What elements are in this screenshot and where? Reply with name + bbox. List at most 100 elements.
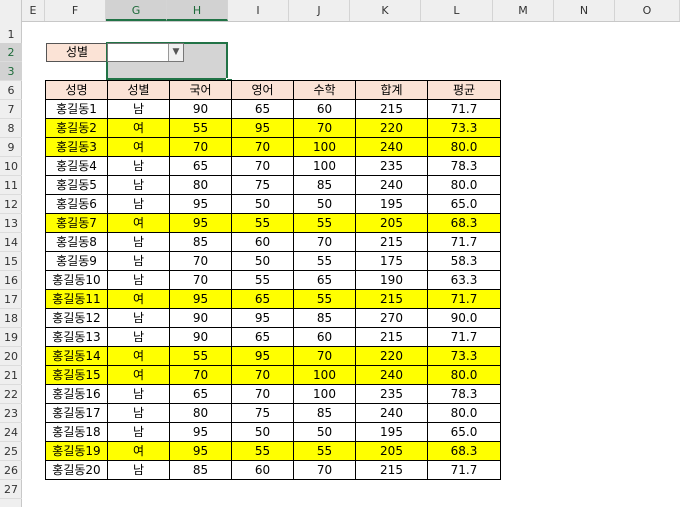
table-cell[interactable]: 홍길동18 [45,422,108,442]
table-cell[interactable]: 80 [169,403,232,423]
table-cell[interactable]: 홍길동15 [45,365,108,385]
table-cell[interactable]: 71.7 [427,460,501,480]
table-cell[interactable]: 여 [107,365,170,385]
table-cell[interactable]: 65 [169,156,232,176]
table-cell[interactable]: 70 [293,118,356,138]
table-cell[interactable]: 215 [355,232,428,252]
row-header-3[interactable]: 3 [0,62,22,81]
table-cell[interactable]: 남 [107,156,170,176]
table-cell[interactable]: 100 [293,365,356,385]
row-header-20[interactable]: 20 [0,347,22,366]
table-cell[interactable]: 남 [107,422,170,442]
chevron-down-icon[interactable]: ▼ [168,44,183,61]
row-header-22[interactable]: 22 [0,385,22,404]
table-cell[interactable]: 홍길동19 [45,441,108,461]
column-header-m[interactable]: M [493,0,554,21]
table-cell[interactable]: 78.3 [427,156,501,176]
row-header-7[interactable]: 7 [0,100,22,119]
table-cell[interactable]: 여 [107,213,170,233]
row-header-24[interactable]: 24 [0,423,22,442]
table-cell[interactable]: 71.7 [427,232,501,252]
column-header-k[interactable]: K [350,0,421,21]
table-cell[interactable]: 195 [355,422,428,442]
table-cell[interactable]: 100 [293,137,356,157]
row-header-14[interactable]: 14 [0,233,22,252]
table-cell[interactable]: 95 [169,422,232,442]
header-cell[interactable]: 평균 [427,80,501,100]
table-cell[interactable]: 85 [169,460,232,480]
table-cell[interactable]: 71.7 [427,327,501,347]
table-cell[interactable]: 85 [293,175,356,195]
table-cell[interactable]: 195 [355,194,428,214]
table-cell[interactable]: 70 [293,460,356,480]
table-cell[interactable]: 55 [231,441,294,461]
table-cell[interactable]: 60 [293,99,356,119]
table-cell[interactable]: 68.3 [427,213,501,233]
table-cell[interactable]: 여 [107,346,170,366]
table-cell[interactable]: 50 [231,194,294,214]
header-cell[interactable]: 성명 [45,80,108,100]
table-cell[interactable]: 55 [231,270,294,290]
table-cell[interactable]: 여 [107,441,170,461]
table-cell[interactable]: 85 [169,232,232,252]
table-cell[interactable]: 홍길동16 [45,384,108,404]
table-cell[interactable]: 65.0 [427,194,501,214]
column-header-j[interactable]: J [289,0,350,21]
table-cell[interactable]: 홍길동9 [45,251,108,271]
table-cell[interactable]: 175 [355,251,428,271]
table-cell[interactable]: 55 [293,289,356,309]
table-cell[interactable]: 95 [169,441,232,461]
table-cell[interactable]: 70 [231,156,294,176]
table-cell[interactable]: 215 [355,460,428,480]
table-cell[interactable]: 65 [293,270,356,290]
table-cell[interactable]: 220 [355,118,428,138]
table-cell[interactable]: 70 [231,384,294,404]
table-cell[interactable]: 홍길동17 [45,403,108,423]
header-cell[interactable]: 영어 [231,80,294,100]
table-cell[interactable]: 남 [107,270,170,290]
table-cell[interactable]: 70 [169,270,232,290]
header-cell[interactable]: 합계 [355,80,428,100]
table-cell[interactable]: 85 [293,308,356,328]
table-cell[interactable]: 71.7 [427,99,501,119]
table-cell[interactable]: 홍길동11 [45,289,108,309]
table-cell[interactable]: 홍길동10 [45,270,108,290]
row-header-1[interactable]: 1 [0,25,22,44]
gender-dropdown[interactable]: ▼ [107,43,184,62]
table-cell[interactable]: 58.3 [427,251,501,271]
table-cell[interactable]: 90.0 [427,308,501,328]
table-cell[interactable]: 100 [293,156,356,176]
table-cell[interactable]: 70 [293,232,356,252]
table-cell[interactable]: 240 [355,403,428,423]
table-cell[interactable]: 90 [169,99,232,119]
table-cell[interactable]: 215 [355,99,428,119]
row-header-10[interactable]: 10 [0,157,22,176]
table-cell[interactable]: 홍길동2 [45,118,108,138]
table-cell[interactable]: 홍길동1 [45,99,108,119]
table-cell[interactable]: 남 [107,99,170,119]
header-cell[interactable]: 성별 [107,80,170,100]
table-cell[interactable]: 240 [355,365,428,385]
row-header-19[interactable]: 19 [0,328,22,347]
column-header-g[interactable]: G [106,0,167,21]
table-cell[interactable]: 190 [355,270,428,290]
table-cell[interactable]: 남 [107,175,170,195]
column-header-h[interactable]: H [167,0,228,21]
table-cell[interactable]: 홍길동8 [45,232,108,252]
table-cell[interactable]: 여 [107,289,170,309]
table-cell[interactable]: 80.0 [427,137,501,157]
row-header-18[interactable]: 18 [0,309,22,328]
table-cell[interactable]: 남 [107,327,170,347]
table-cell[interactable]: 55 [293,213,356,233]
table-cell[interactable]: 홍길동14 [45,346,108,366]
table-cell[interactable]: 홍길동20 [45,460,108,480]
table-cell[interactable]: 55 [231,213,294,233]
table-cell[interactable]: 75 [231,175,294,195]
table-cell[interactable]: 65 [231,327,294,347]
table-cell[interactable]: 55 [169,118,232,138]
table-cell[interactable]: 70 [231,137,294,157]
table-cell[interactable]: 75 [231,403,294,423]
header-cell[interactable]: 수학 [293,80,356,100]
table-cell[interactable]: 60 [231,232,294,252]
table-cell[interactable]: 80.0 [427,175,501,195]
